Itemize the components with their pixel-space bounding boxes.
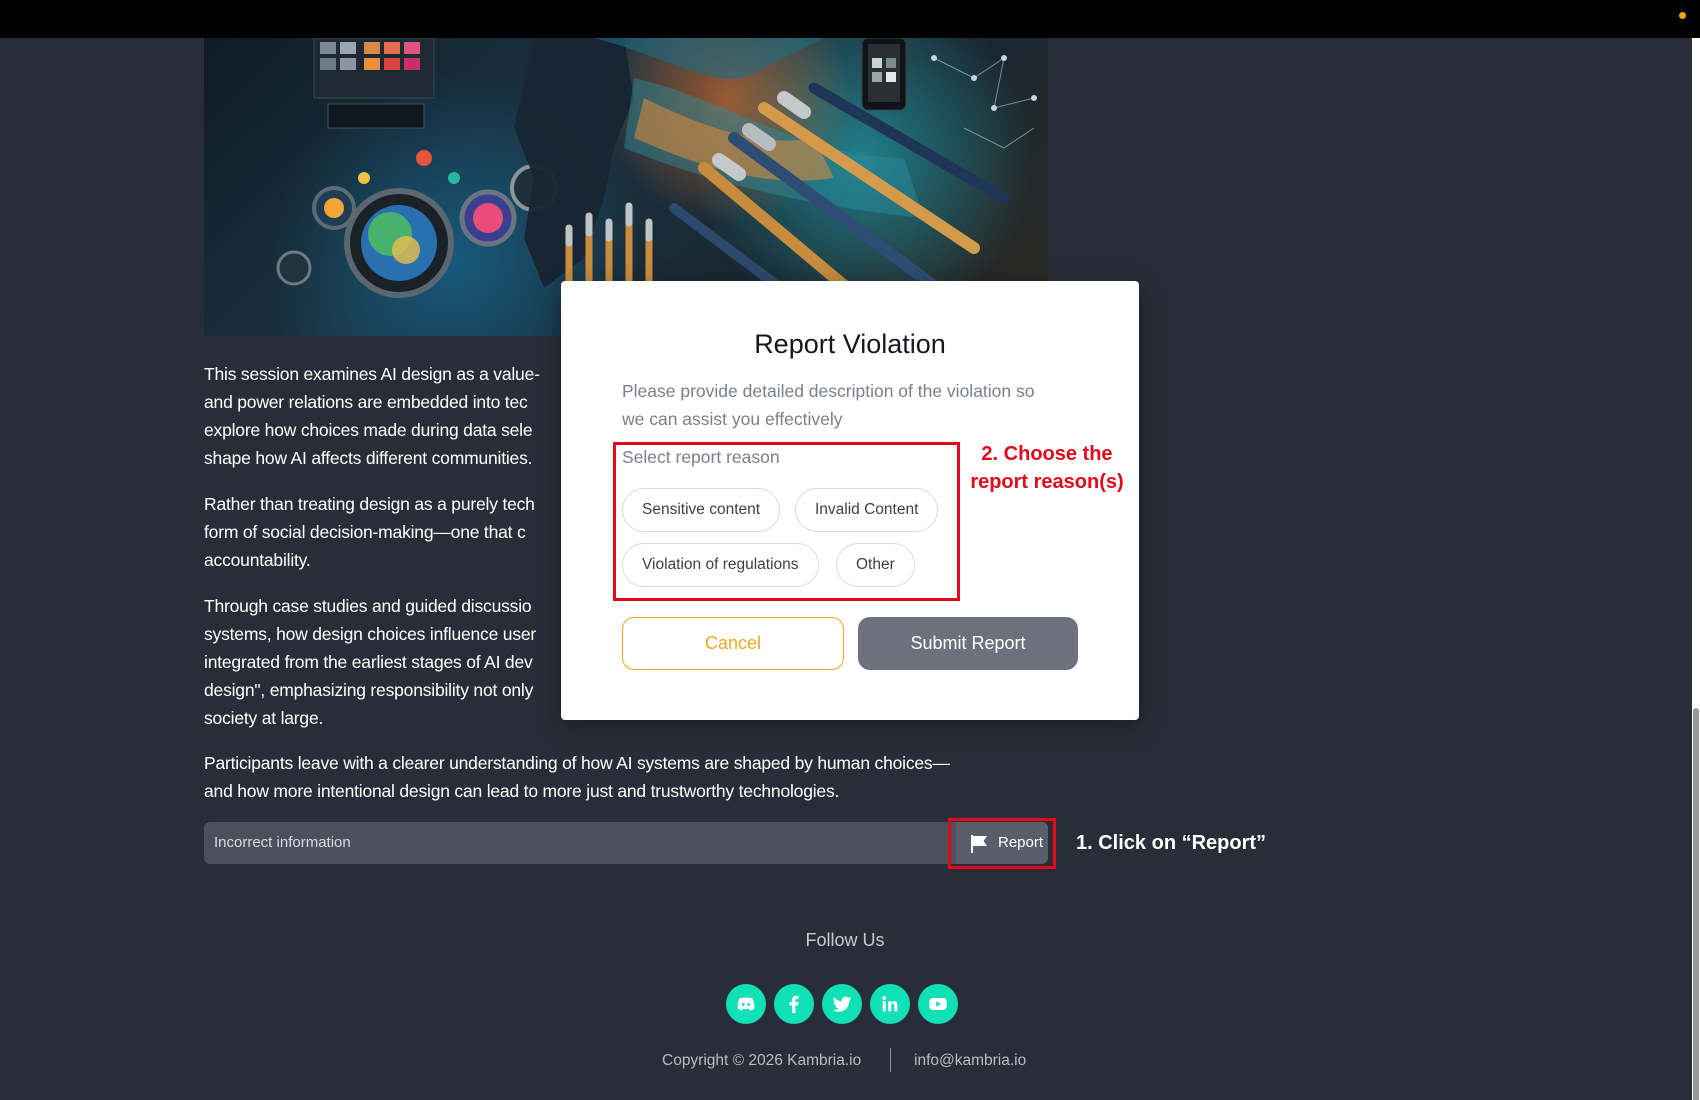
reason-chip-invalid-content[interactable]: Invalid Content (795, 488, 939, 532)
article-paragraph-2: Rather than treating design as a purely … (204, 494, 535, 570)
report-button[interactable]: Report (956, 822, 1048, 864)
scrollbar[interactable] (1692, 38, 1700, 1100)
report-bar: Incorrect information Report (204, 822, 1048, 864)
flag-icon (970, 835, 990, 853)
annotation-step-1: 1. Click on “Report” (1076, 832, 1267, 854)
report-bar-text: Incorrect information (214, 834, 351, 851)
reason-chip-sensitive-content[interactable]: Sensitive content (622, 488, 781, 532)
report-reason-label: Select report reason (622, 447, 780, 467)
contact-email-link[interactable]: info@kambria.io (914, 1052, 1026, 1070)
report-button-label: Report (998, 834, 1044, 851)
article-paragraph-1: This session examines AI design as a val… (204, 364, 540, 468)
modal-description: Please provide detailed description of t… (622, 381, 1035, 429)
linkedin-icon[interactable] (870, 984, 910, 1024)
report-violation-modal: Report Violation Please provide detailed… (561, 281, 1139, 720)
top-bar (0, 0, 1700, 38)
notification-dot (1679, 12, 1686, 19)
article-paragraph-3: Through case studies and guided discussi… (204, 596, 537, 728)
modal-title: Report Violation (754, 329, 946, 359)
reason-chip-violation-of-regulations[interactable]: Violation of regulations (622, 543, 819, 587)
article-paragraph-4: Participants leave with a clearer unders… (204, 753, 950, 801)
follow-us-label: Follow Us (805, 930, 885, 950)
annotation-step-2: 2. Choose the report reason(s) (970, 443, 1124, 493)
facebook-icon[interactable] (774, 984, 814, 1024)
submit-report-button[interactable]: Submit Report (858, 617, 1078, 670)
discord-icon[interactable] (726, 984, 766, 1024)
twitter-icon[interactable] (822, 984, 862, 1024)
cancel-button[interactable]: Cancel (622, 617, 844, 670)
copyright-text: Copyright © 2026 Kambria.io (662, 1052, 862, 1069)
social-links (726, 984, 958, 1024)
reason-chip-other[interactable]: Other (836, 543, 915, 587)
footer-divider (890, 1048, 891, 1072)
youtube-icon[interactable] (918, 984, 958, 1024)
scrollbar-thumb[interactable] (1693, 708, 1699, 1100)
